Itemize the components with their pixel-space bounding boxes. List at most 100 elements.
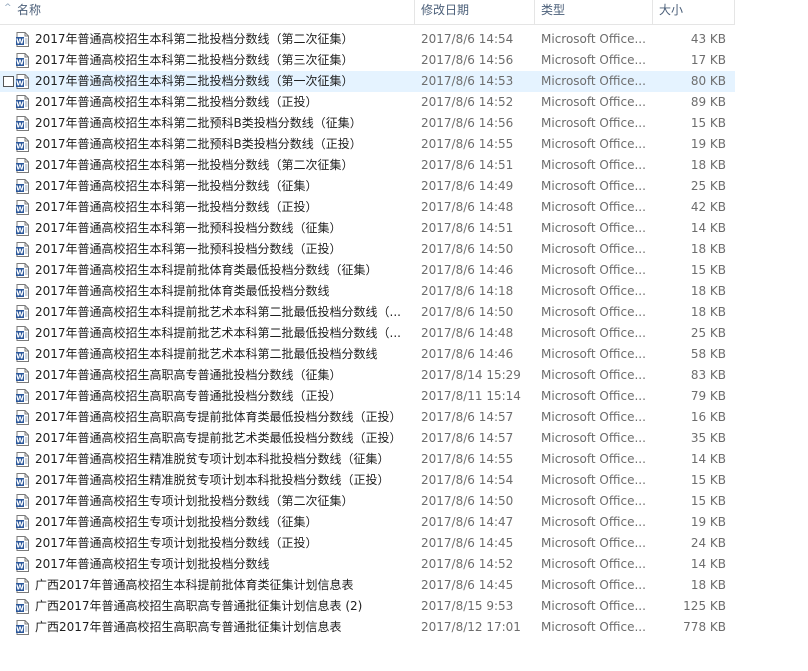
word-document-icon: W <box>16 557 29 572</box>
file-row[interactable]: W 2017年普通高校招生本科第二批投档分数线（第一次征集） 2017/8/6 14… <box>0 71 735 92</box>
file-type: Microsoft Office... <box>541 95 646 109</box>
file-type: Microsoft Office... <box>541 536 646 550</box>
column-header-name[interactable]: ^ 名称 <box>0 0 415 24</box>
file-name: 广西2017年普通高校招生高职高专普通批征集计划信息表 <box>35 620 342 634</box>
file-modified-date: 2017/8/6 14:51 <box>421 158 514 172</box>
svg-text:W: W <box>16 59 24 67</box>
file-type: Microsoft Office... <box>541 263 646 277</box>
file-row[interactable]: W 2017年普通高校招生专项计划批投档分数线 2017/8/6 14:52 Micr… <box>0 554 735 575</box>
file-row[interactable]: W 2017年普通高校招生专项计划批投档分数线（正投） 2017/8/6 14:45… <box>0 533 735 554</box>
file-modified-date: 2017/8/14 15:29 <box>421 368 521 382</box>
file-row[interactable]: W 2017年普通高校招生高职高专提前批艺术类最低投档分数线（正投） 2017/8/… <box>0 428 735 449</box>
file-type: Microsoft Office... <box>541 452 646 466</box>
file-size: 80 KB <box>690 74 726 88</box>
file-row[interactable]: W 2017年普通高校招生本科第二批投档分数线（第二次征集） 2017/8/6 14… <box>0 29 735 50</box>
file-type: Microsoft Office... <box>541 32 646 46</box>
file-type: Microsoft Office... <box>541 53 646 67</box>
file-name: 2017年普通高校招生本科第二批投档分数线（第三次征集） <box>35 53 354 67</box>
svg-text:W: W <box>16 227 24 235</box>
svg-text:W: W <box>16 521 24 529</box>
svg-text:W: W <box>16 80 24 88</box>
file-name: 2017年普通高校招生本科第一批预科投档分数线（征集） <box>35 221 342 235</box>
file-row[interactable]: W 2017年普通高校招生本科第一批预科投档分数线（征集） 2017/8/6 14:… <box>0 218 735 239</box>
column-header-bar: ^ 名称 修改日期 类型 大小 <box>0 0 735 25</box>
column-header-date[interactable]: 修改日期 <box>415 0 535 24</box>
svg-text:W: W <box>16 500 24 508</box>
file-modified-date: 2017/8/6 14:54 <box>421 473 514 487</box>
file-row[interactable]: W 2017年普通高校招生高职高专提前批体育类最低投档分数线（正投） 2017/8/… <box>0 407 735 428</box>
file-size: 15 KB <box>690 494 726 508</box>
file-size: 79 KB <box>690 389 726 403</box>
file-row[interactable]: W 2017年普通高校招生本科提前批艺术本科第二批最低投档分数线（... 2017/… <box>0 302 735 323</box>
file-row[interactable]: W 2017年普通高校招生本科第一批投档分数线（第二次征集） 2017/8/6 14… <box>0 155 735 176</box>
file-type: Microsoft Office... <box>541 116 646 130</box>
row-select-checkbox[interactable] <box>3 76 14 87</box>
file-row[interactable]: W 2017年普通高校招生专项计划批投档分数线（征集） 2017/8/6 14:47… <box>0 512 735 533</box>
file-type: Microsoft Office... <box>541 326 646 340</box>
file-modified-date: 2017/8/6 14:48 <box>421 200 514 214</box>
svg-text:W: W <box>16 185 24 193</box>
file-size: 35 KB <box>690 431 726 445</box>
file-name: 2017年普通高校招生本科第二批投档分数线（正投） <box>35 95 318 109</box>
file-type: Microsoft Office... <box>541 74 646 88</box>
svg-text:W: W <box>16 353 24 361</box>
file-row[interactable]: W 2017年普通高校招生精准脱贫专项计划本科批投档分数线（正投） 2017/8/6… <box>0 470 735 491</box>
file-size: 15 KB <box>690 116 726 130</box>
file-modified-date: 2017/8/6 14:50 <box>421 242 514 256</box>
file-type: Microsoft Office... <box>541 221 646 235</box>
file-row[interactable]: W 2017年普通高校招生本科提前批体育类最低投档分数线 2017/8/6 14:1… <box>0 281 735 302</box>
file-row[interactable]: W 2017年普通高校招生本科第一批预科投档分数线（正投） 2017/8/6 14:… <box>0 239 735 260</box>
file-row[interactable]: W 2017年普通高校招生高职高专普通批投档分数线（正投） 2017/8/11 15… <box>0 386 735 407</box>
file-name: 2017年普通高校招生精准脱贫专项计划本科批投档分数线（正投） <box>35 473 390 487</box>
file-name: 2017年普通高校招生高职高专普通批投档分数线（正投） <box>35 389 342 403</box>
file-row[interactable]: W 2017年普通高校招生本科第二批投档分数线（第三次征集） 2017/8/6 14… <box>0 50 735 71</box>
file-row[interactable]: W 2017年普通高校招生本科提前批体育类最低投档分数线（征集） 2017/8/6 … <box>0 260 735 281</box>
file-size: 25 KB <box>690 179 726 193</box>
file-row[interactable]: W 广西2017年普通高校招生本科提前批体育类征集计划信息表 2017/8/6 14… <box>0 575 735 596</box>
svg-text:W: W <box>16 563 24 571</box>
svg-text:W: W <box>16 206 24 214</box>
file-row[interactable]: W 广西2017年普通高校招生高职高专普通批征集计划信息表 2017/8/12 17… <box>0 617 735 638</box>
file-name: 2017年普通高校招生本科第二批投档分数线（第二次征集） <box>35 32 354 46</box>
file-row[interactable]: W 2017年普通高校招生精准脱贫专项计划本科批投档分数线（征集） 2017/8/6… <box>0 449 735 470</box>
file-modified-date: 2017/8/6 14:52 <box>421 95 514 109</box>
word-document-icon: W <box>16 284 29 299</box>
file-size: 58 KB <box>690 347 726 361</box>
word-document-icon: W <box>16 536 29 551</box>
word-document-icon: W <box>16 116 29 131</box>
column-header-size[interactable]: 大小 <box>653 0 735 24</box>
file-size: 25 KB <box>690 326 726 340</box>
column-header-type[interactable]: 类型 <box>535 0 653 24</box>
word-document-icon: W <box>16 368 29 383</box>
file-name: 2017年普通高校招生本科第二批投档分数线（第一次征集） <box>35 74 354 88</box>
file-row[interactable]: W 2017年普通高校招生本科提前批艺术本科第二批最低投档分数线 2017/8/6 … <box>0 344 735 365</box>
file-size: 18 KB <box>690 242 726 256</box>
file-row[interactable]: W 2017年普通高校招生本科第一批投档分数线（正投） 2017/8/6 14:48… <box>0 197 735 218</box>
svg-text:W: W <box>16 479 24 487</box>
svg-text:W: W <box>16 542 24 550</box>
file-row[interactable]: W 2017年普通高校招生高职高专普通批投档分数线（征集） 2017/8/14 15… <box>0 365 735 386</box>
file-type: Microsoft Office... <box>541 368 646 382</box>
file-modified-date: 2017/8/15 9:53 <box>421 599 514 613</box>
svg-text:W: W <box>16 269 24 277</box>
file-row[interactable]: W 2017年普通高校招生本科第二批预科B类投档分数线（征集） 2017/8/6 1… <box>0 113 735 134</box>
file-modified-date: 2017/8/6 14:48 <box>421 326 514 340</box>
file-name: 2017年普通高校招生专项计划批投档分数线（正投） <box>35 536 318 550</box>
file-row[interactable]: W 广西2017年普通高校招生高职高专普通批征集计划信息表 (2) 2017/8/1… <box>0 596 735 617</box>
word-document-icon: W <box>16 32 29 47</box>
svg-text:W: W <box>16 458 24 466</box>
file-row[interactable]: W 2017年普通高校招生专项计划批投档分数线（第二次征集） 2017/8/6 14… <box>0 491 735 512</box>
file-modified-date: 2017/8/6 14:56 <box>421 53 514 67</box>
svg-text:W: W <box>16 395 24 403</box>
file-name: 广西2017年普通高校招生本科提前批体育类征集计划信息表 <box>35 578 354 592</box>
file-row[interactable]: W 2017年普通高校招生本科第二批预科B类投档分数线（正投） 2017/8/6 1… <box>0 134 735 155</box>
word-document-icon: W <box>16 158 29 173</box>
file-modified-date: 2017/8/6 14:57 <box>421 410 514 424</box>
file-type: Microsoft Office... <box>541 557 646 571</box>
column-header-type-label: 类型 <box>541 3 566 17</box>
file-modified-date: 2017/8/6 14:51 <box>421 221 514 235</box>
file-row[interactable]: W 2017年普通高校招生本科提前批艺术本科第二批最低投档分数线（... 2017/… <box>0 323 735 344</box>
word-document-icon: W <box>16 221 29 236</box>
file-row[interactable]: W 2017年普通高校招生本科第二批投档分数线（正投） 2017/8/6 14:52… <box>0 92 735 113</box>
file-row[interactable]: W 2017年普通高校招生本科第一批投档分数线（征集） 2017/8/6 14:49… <box>0 176 735 197</box>
